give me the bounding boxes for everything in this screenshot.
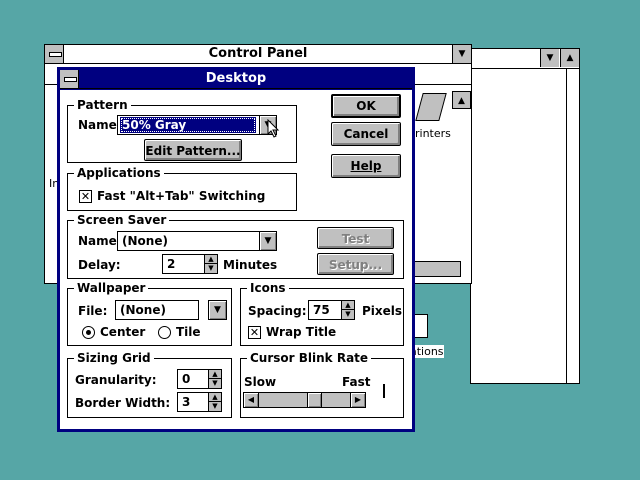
pattern-group: Pattern Name: 50% Gray ▼ Edit Pattern... — [67, 98, 297, 163]
control-panel-hscroll[interactable] — [413, 261, 461, 277]
pattern-name-value: 50% Gray — [120, 117, 256, 133]
border-width-label: Border Width: — [75, 396, 171, 410]
spacing-units: Pixels — [362, 304, 403, 318]
wrap-title-label: Wrap Title — [266, 325, 337, 339]
wallpaper-group-title: Wallpaper — [74, 281, 149, 295]
desktop-title: Desktop — [205, 71, 267, 86]
wallpaper-file-label: File: — [78, 304, 108, 318]
ok-button[interactable]: OK — [331, 94, 401, 118]
slow-label: Slow — [244, 375, 277, 389]
desktop-titlebar[interactable]: Desktop — [60, 70, 412, 89]
delay-spin-arrows-icon[interactable]: ▲ ▼ — [204, 255, 217, 273]
maximize-button[interactable]: ▲ — [560, 49, 579, 67]
spacing-spin-arrows-icon[interactable]: ▲ ▼ — [341, 301, 354, 319]
help-button[interactable]: Help — [331, 154, 401, 178]
sizing-grid-group: Sizing Grid Granularity: 0 ▲ ▼ Border Wid… — [67, 351, 232, 418]
border-width-value: 3 — [182, 395, 191, 409]
applications-icon-label: ations — [410, 345, 444, 358]
icons-group-title: Icons — [247, 281, 289, 295]
applications-group: Applications ✕ Fast "Alt+Tab" Switching — [67, 166, 297, 211]
fast-switch-label: Fast "Alt+Tab" Switching — [97, 189, 266, 203]
scroll-up-button[interactable]: ▲ — [452, 91, 471, 109]
center-label: Center — [100, 325, 146, 339]
test-button[interactable]: Test — [317, 227, 394, 249]
screen-saver-name-value: (None) — [122, 234, 168, 248]
screen-saver-dropdown-arrow-icon[interactable]: ▼ — [259, 232, 276, 250]
wallpaper-file-input[interactable]: (None) — [115, 300, 199, 320]
icons-group: Icons Spacing: 75 ▲ ▼ Pixels ✕ Wrap Title — [240, 281, 404, 346]
printers-icon-label: rinters — [415, 127, 451, 140]
cursor-blink-group: Cursor Blink Rate Slow Fast ◀ ▶ — [240, 351, 404, 418]
tile-label: Tile — [176, 325, 201, 339]
border-width-spinner[interactable]: 3 ▲ ▼ — [177, 392, 222, 412]
desktop-system-menu-icon[interactable] — [60, 70, 79, 88]
blink-rate-thumb[interactable] — [307, 393, 322, 407]
control-panel-titlebar[interactable]: Control Panel — [45, 45, 471, 64]
delay-units: Minutes — [223, 258, 278, 272]
wrap-title-checkbox[interactable]: ✕ — [248, 326, 261, 339]
tile-radio[interactable] — [158, 326, 171, 339]
spacing-value: 75 — [313, 303, 330, 317]
control-panel-system-menu-icon[interactable] — [45, 45, 64, 63]
desktop-body: Pattern Name: 50% Gray ▼ Edit Pattern...… — [60, 90, 412, 429]
applications-group-title: Applications — [74, 166, 164, 180]
screen-saver-group-title: Screen Saver — [74, 213, 170, 227]
fast-label: Fast — [342, 375, 371, 389]
border-width-spin-arrows-icon[interactable]: ▲ ▼ — [208, 393, 221, 411]
wallpaper-dropdown-arrow-icon[interactable]: ▼ — [209, 301, 226, 319]
wallpaper-group: Wallpaper File: (None) ▼ Center Tile — [67, 281, 232, 346]
delay-spinner[interactable]: 2 ▲ ▼ — [162, 254, 218, 274]
blink-faster-arrow-icon[interactable]: ▶ — [350, 393, 365, 407]
mouse-pointer-icon — [267, 119, 280, 138]
sizing-grid-group-title: Sizing Grid — [74, 351, 154, 365]
spacing-spinner[interactable]: 75 ▲ ▼ — [308, 300, 355, 320]
spacing-label: Spacing: — [248, 304, 307, 318]
cancel-button[interactable]: Cancel — [331, 122, 401, 146]
granularity-spinner[interactable]: 0 ▲ ▼ — [177, 369, 222, 389]
pattern-name-select[interactable]: 50% Gray ▼ — [117, 115, 277, 135]
control-panel-minimize-button[interactable]: ▼ — [452, 45, 471, 63]
cursor-blink-group-title: Cursor Blink Rate — [247, 351, 372, 365]
blink-cursor-preview — [383, 384, 385, 398]
center-radio[interactable] — [82, 326, 95, 339]
delay-value: 2 — [167, 257, 176, 271]
granularity-spin-arrows-icon[interactable]: ▲ ▼ — [208, 370, 221, 388]
fast-switch-checkbox[interactable]: ✕ — [79, 190, 92, 203]
screen-saver-name-select[interactable]: (None) ▼ — [117, 231, 277, 251]
printers-icon[interactable] — [415, 93, 447, 121]
blink-rate-slider[interactable]: ◀ ▶ — [243, 392, 366, 408]
granularity-value: 0 — [182, 372, 191, 386]
edit-pattern-button[interactable]: Edit Pattern... — [144, 139, 242, 161]
setup-button[interactable]: Setup... — [317, 253, 394, 275]
screen-saver-group: Screen Saver Name: (None) ▼ Delay: 2 ▲ ▼ … — [67, 213, 404, 279]
background-window[interactable]: ▼ ▲ — [470, 48, 580, 384]
pattern-name-label: Name: — [78, 118, 122, 132]
pattern-group-title: Pattern — [74, 98, 131, 112]
minimize-button[interactable]: ▼ — [540, 49, 559, 67]
desktop-dialog[interactable]: Desktop Pattern Name: 50% Gray ▼ Edit Pa… — [57, 67, 415, 432]
wallpaper-file-value: (None) — [120, 303, 166, 317]
control-panel-title: Control Panel — [208, 46, 308, 61]
wallpaper-dropdown-button[interactable]: ▼ — [208, 300, 227, 320]
background-window-body-separator — [566, 69, 567, 383]
granularity-label: Granularity: — [75, 373, 157, 387]
screen-saver-name-label: Name: — [78, 234, 122, 248]
blink-slower-arrow-icon[interactable]: ◀ — [244, 393, 259, 407]
delay-label: Delay: — [78, 258, 121, 272]
